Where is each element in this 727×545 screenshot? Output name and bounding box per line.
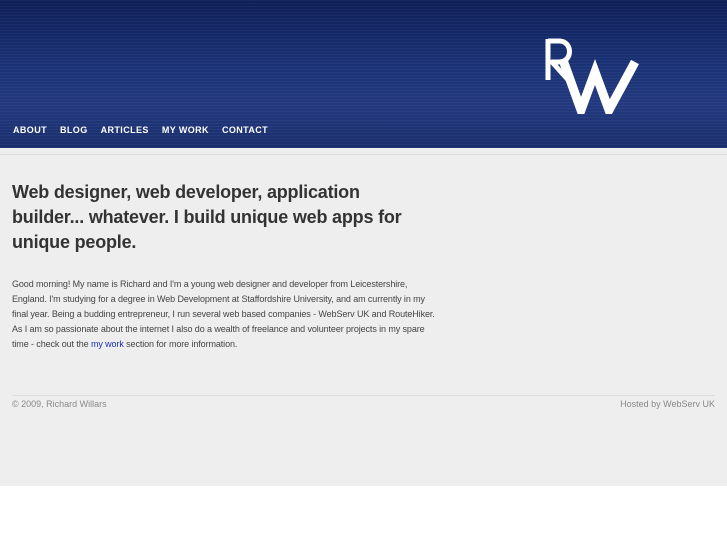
nav-about[interactable]: ABOUT <box>13 120 47 140</box>
page-headline: Web designer, web developer, application… <box>12 182 402 252</box>
nav-articles[interactable]: ARTICLES <box>101 120 149 140</box>
nav-contact[interactable]: CONTACT <box>222 120 268 140</box>
intro-text-end: section for more information. <box>123 339 238 349</box>
main-content: Web designer, web developer, application… <box>0 148 727 486</box>
nav-blog[interactable]: BLOG <box>60 120 88 140</box>
intro-paragraph: Good morning! My name is Richard and I'm… <box>12 277 437 352</box>
rw-logo-icon[interactable] <box>543 36 639 114</box>
hosted-by-text: Hosted by WebServ UK <box>620 399 715 409</box>
nav-my-work[interactable]: MY WORK <box>162 120 209 140</box>
my-work-link[interactable]: my work <box>91 339 124 349</box>
site-header: ABOUT BLOG ARTICLES MY WORK CONTACT <box>0 0 727 148</box>
footer-divider <box>12 395 715 396</box>
copyright-text: © 2009, Richard Willars <box>12 399 107 409</box>
divider <box>0 154 727 155</box>
main-nav: ABOUT BLOG ARTICLES MY WORK CONTACT <box>0 120 279 140</box>
